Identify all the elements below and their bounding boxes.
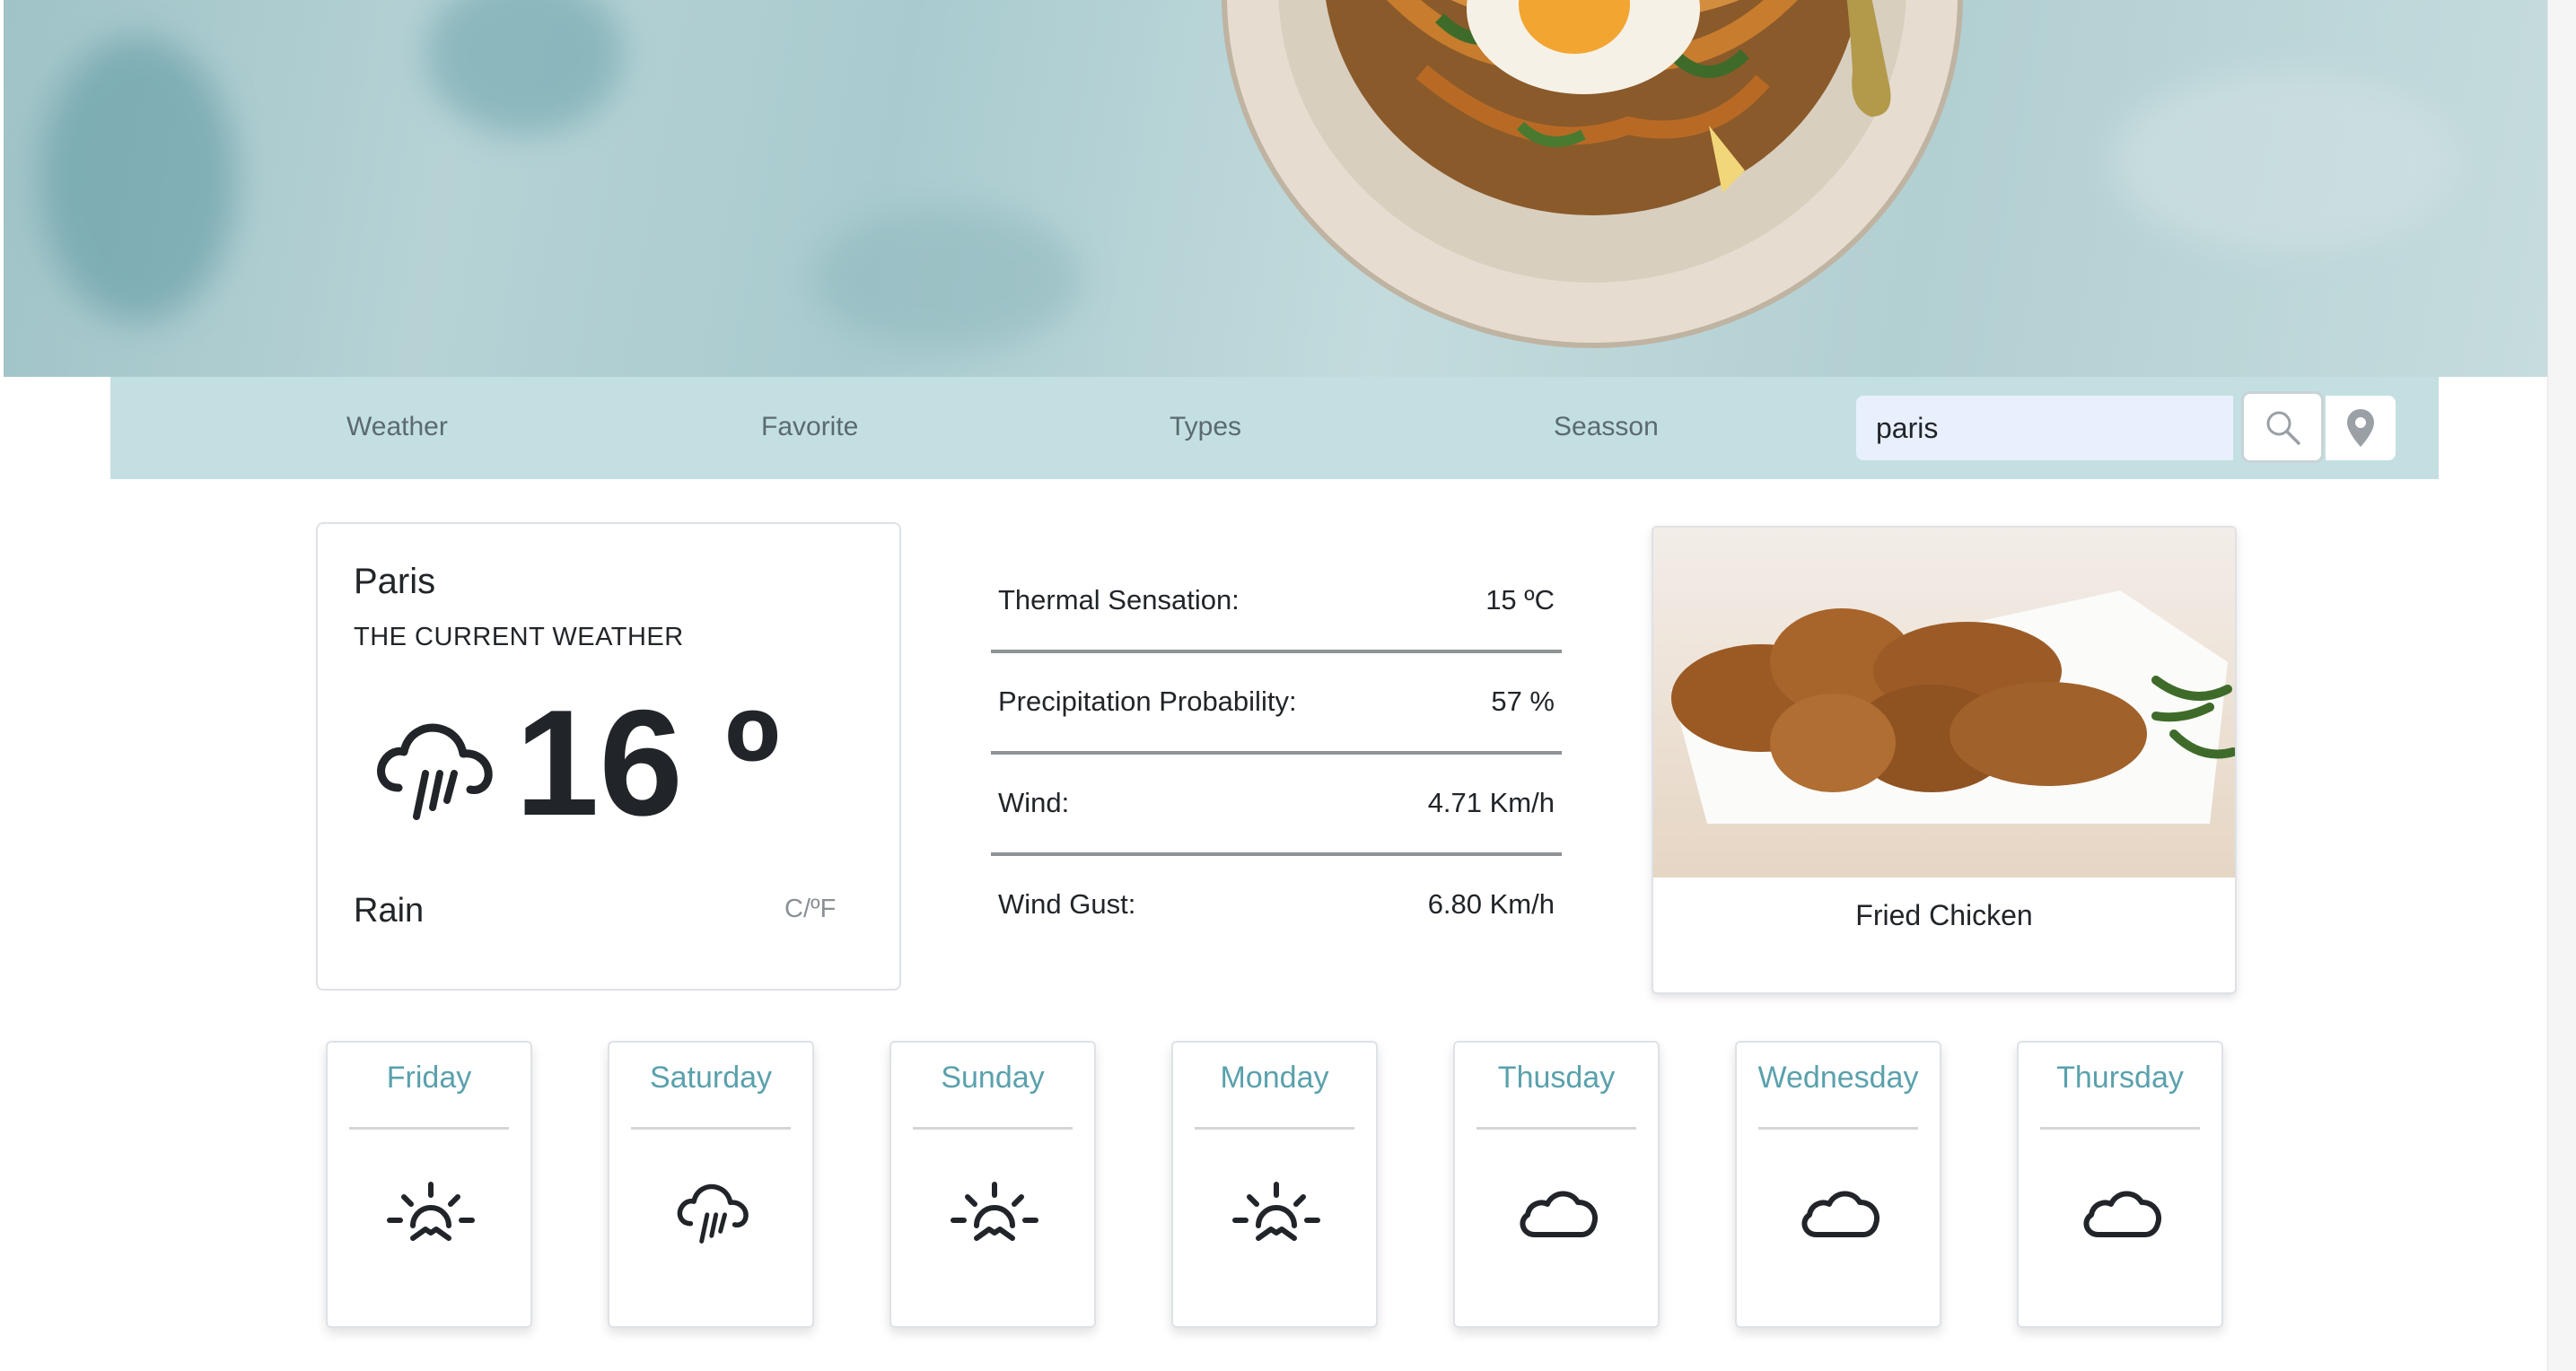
divider	[1758, 1127, 1918, 1130]
nav-weather[interactable]: Weather	[346, 409, 448, 445]
divider	[631, 1127, 791, 1130]
sunrise-icon	[387, 1182, 475, 1241]
search-icon	[2266, 411, 2300, 445]
city-name: Paris	[354, 562, 436, 601]
divider	[1476, 1127, 1636, 1130]
forecast-card[interactable]: Wednesday	[1735, 1041, 1941, 1328]
forecast-day: Thusday	[1497, 1061, 1616, 1095]
sunrise-icon	[951, 1182, 1038, 1241]
divider	[2040, 1127, 2200, 1130]
current-weather-label: THE CURRENT WEATHER	[354, 623, 684, 651]
detail-label: Thermal Sensation:	[998, 584, 1240, 616]
nav-season[interactable]: Seasson	[1554, 409, 1659, 445]
forecast-card[interactable]: Monday	[1171, 1041, 1378, 1328]
detail-row-precipitation: Precipitation Probability: 57 %	[991, 653, 1562, 755]
nav-favorite[interactable]: Favorite	[761, 409, 858, 445]
forecast-card[interactable]: Sunday	[889, 1041, 1096, 1328]
nav-types[interactable]: Types	[1170, 409, 1241, 445]
map-pin-icon	[2347, 409, 2374, 447]
forecast-day: Monday	[1220, 1061, 1329, 1095]
rain-cloud-icon	[677, 1183, 749, 1244]
current-temperature: 16 º	[515, 678, 780, 847]
navbar: Weather Favorite Types Seasson	[110, 377, 2439, 479]
forecast-day: Sunday	[941, 1061, 1045, 1095]
forecast-card[interactable]: Friday	[326, 1041, 532, 1328]
forecast-card[interactable]: Saturday	[608, 1041, 814, 1328]
forecast-day: Saturday	[649, 1061, 773, 1095]
forecast-card[interactable]: Thusday	[1453, 1041, 1660, 1328]
rain-cloud-icon	[377, 723, 493, 820]
search-input[interactable]	[1856, 396, 2233, 460]
hero-banner	[4, 0, 2547, 377]
detail-label: Precipitation Probability:	[998, 686, 1297, 717]
fried-chicken-image	[1653, 528, 2235, 878]
search-button[interactable]	[2241, 391, 2324, 463]
food-bowl-image	[1222, 0, 1963, 348]
scrollbar[interactable]	[2547, 0, 2576, 1371]
detail-value: 57 %	[1491, 686, 1555, 717]
divider	[1195, 1127, 1354, 1130]
forecast-day: Thursday	[2056, 1061, 2184, 1095]
forecast-card[interactable]: Thursday	[2017, 1041, 2223, 1328]
detail-value: 4.71 Km/h	[1427, 787, 1555, 818]
detail-row-thermal-sensation: Thermal Sensation: 15 ºC	[991, 552, 1562, 653]
divider	[349, 1127, 509, 1130]
detail-value: 15 ºC	[1485, 584, 1555, 616]
recipe-name: Fried Chicken	[1855, 899, 2033, 931]
location-button[interactable]	[2326, 396, 2396, 460]
weather-details-list: Thermal Sensation: 15 ºC Precipitation P…	[991, 552, 1562, 957]
unit-toggle[interactable]: C/ºF	[784, 895, 836, 924]
detail-row-wind: Wind: 4.71 Km/h	[991, 755, 1562, 856]
recipe-card[interactable]: Fried Chicken	[1652, 526, 2237, 994]
forecast-day: Friday	[386, 1061, 472, 1095]
current-weather-card: Paris THE CURRENT WEATHER 16 º Rain C/ºF	[316, 522, 901, 991]
detail-value: 6.80 Km/h	[1427, 888, 1555, 920]
detail-label: Wind Gust:	[998, 888, 1136, 920]
detail-row-wind-gust: Wind Gust: 6.80 Km/h	[991, 856, 1562, 957]
cloud-icon	[1520, 1191, 1598, 1237]
cloud-icon	[1801, 1191, 1879, 1237]
forecast-day: Wednesday	[1757, 1061, 1919, 1095]
detail-label: Wind:	[998, 787, 1070, 818]
cloud-icon	[2083, 1191, 2161, 1237]
sunrise-icon	[1232, 1182, 1320, 1241]
divider	[913, 1127, 1073, 1130]
weather-condition: Rain	[354, 892, 425, 930]
